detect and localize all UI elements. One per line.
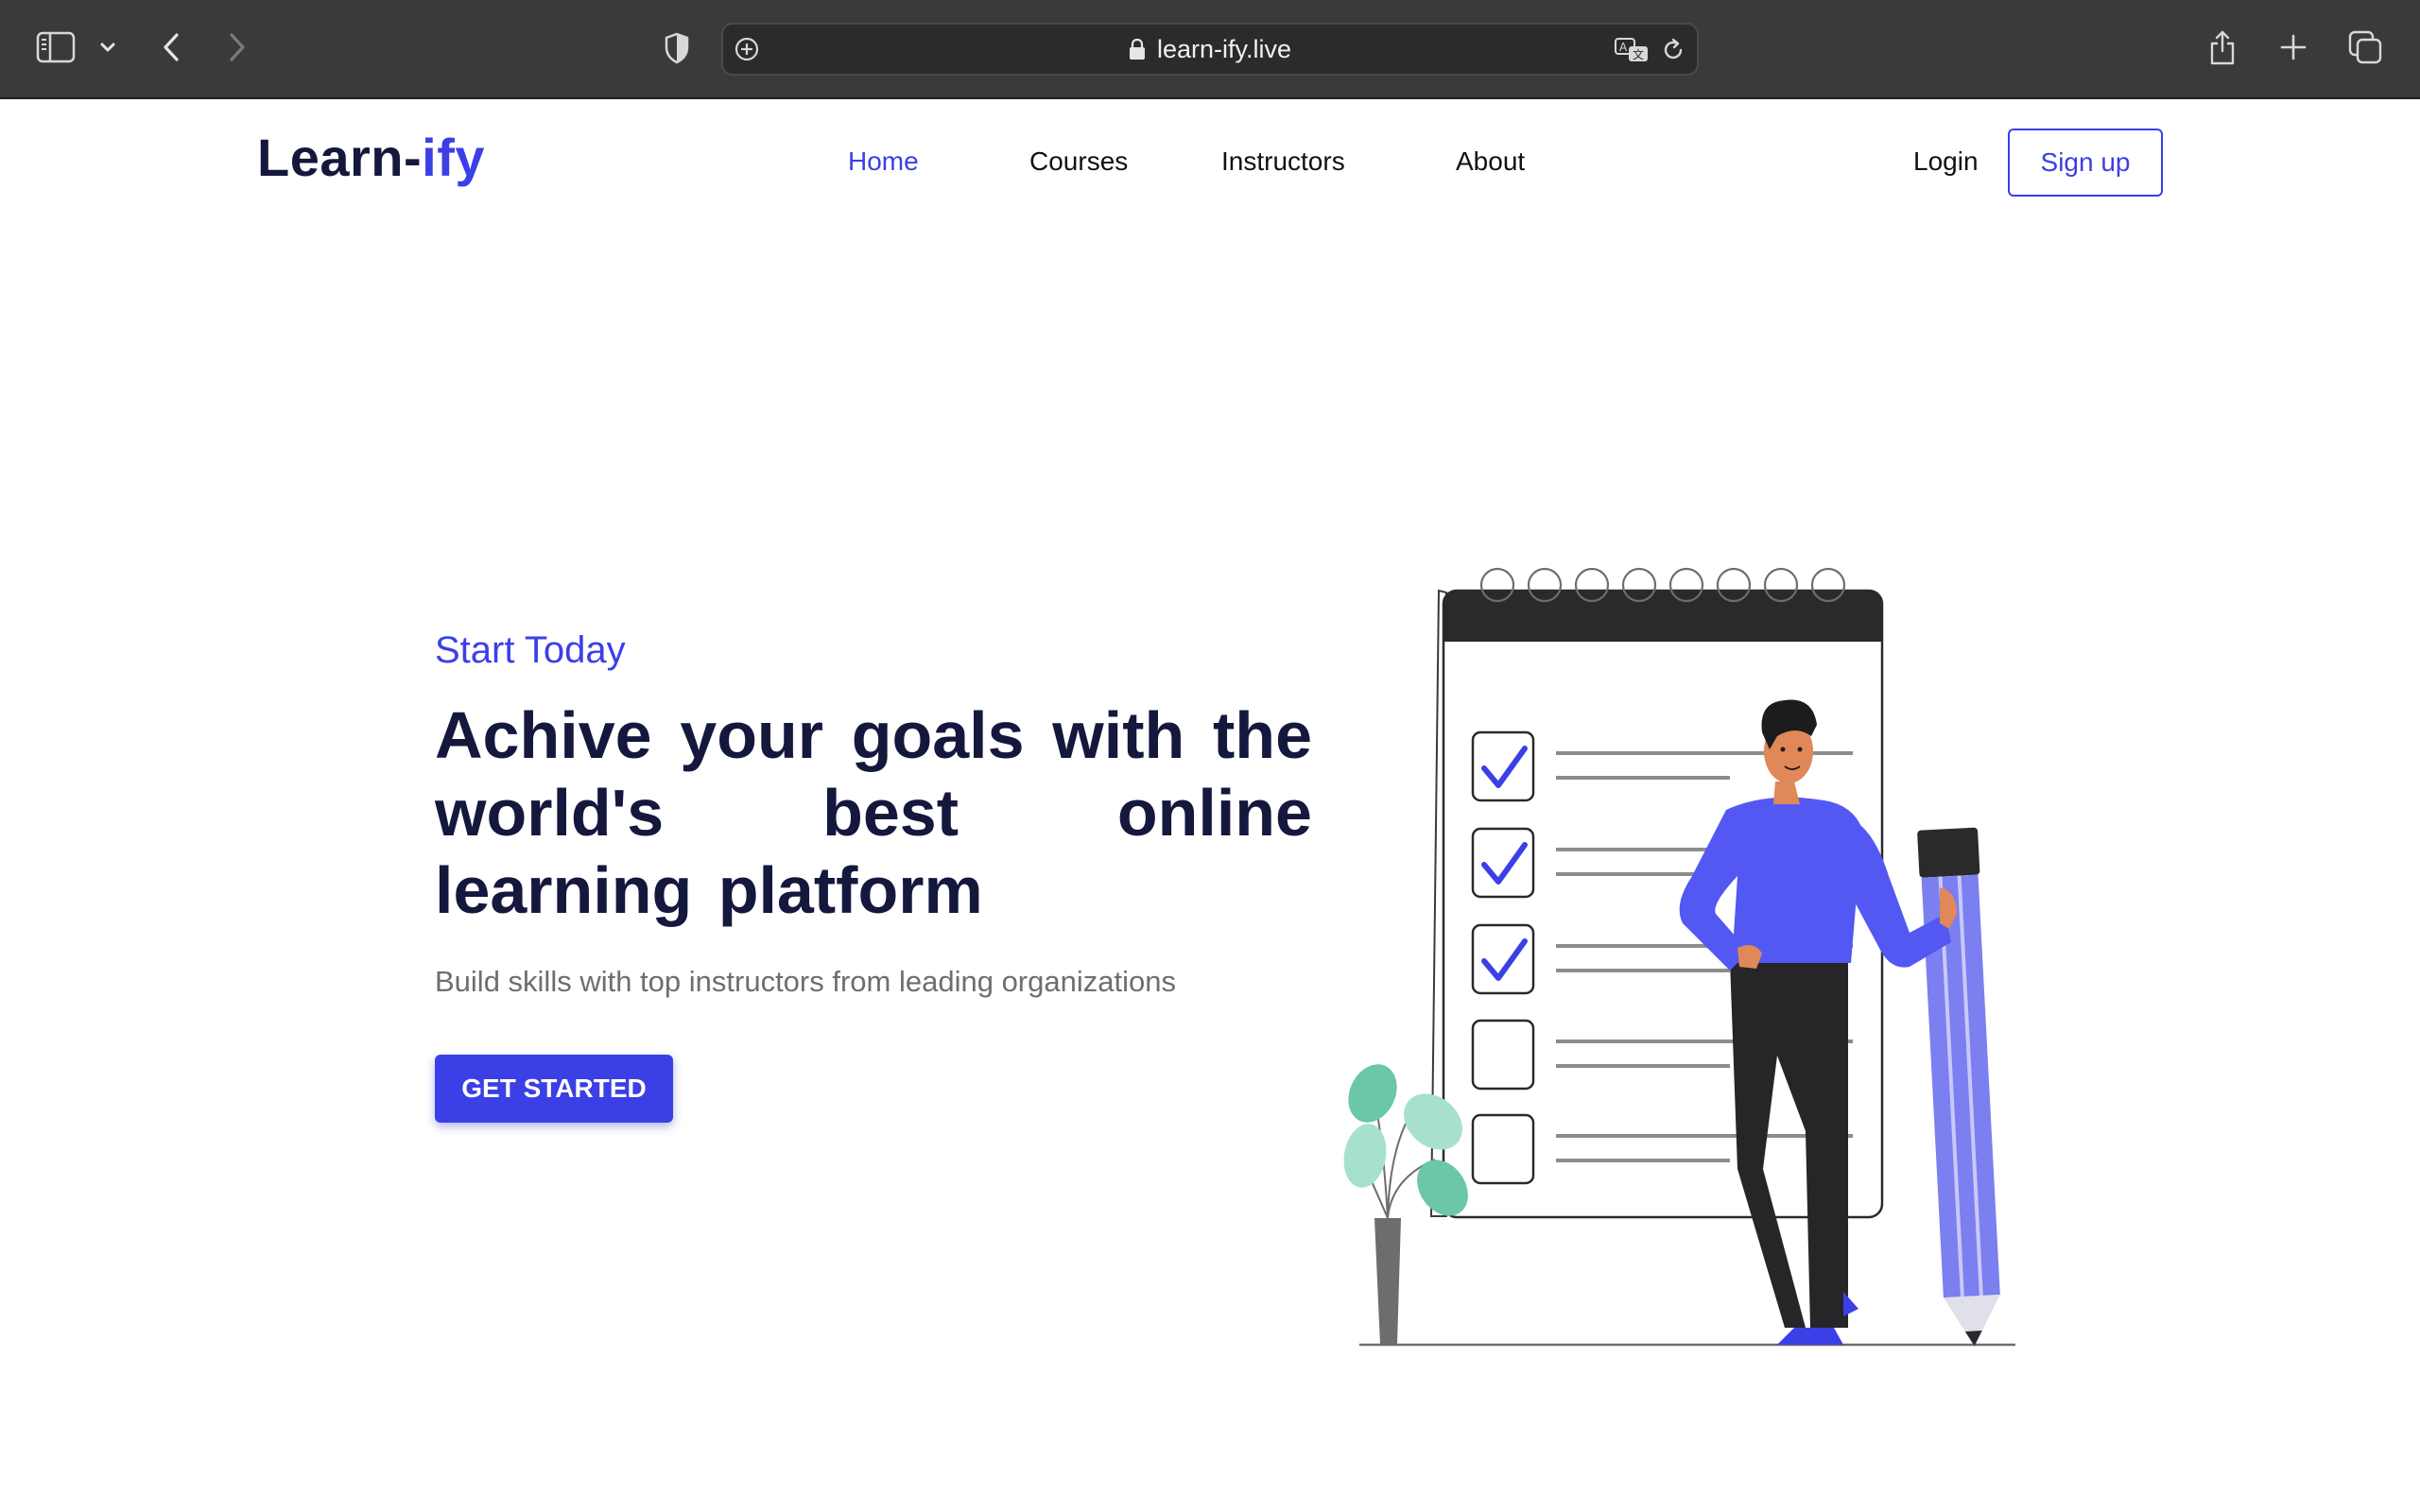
hero-illustration: [1343, 567, 2015, 1347]
tabs-overview-icon[interactable]: [2346, 28, 2384, 66]
site-logo[interactable]: Learn-ify: [257, 131, 485, 184]
get-started-button[interactable]: GET STARTED: [435, 1055, 673, 1123]
sidebar-icon[interactable]: [36, 31, 76, 63]
svg-text:文: 文: [1633, 47, 1644, 61]
logo-main: Learn-: [257, 128, 423, 187]
page-menu-icon[interactable]: [733, 35, 761, 63]
address-bar[interactable]: learn-ify.live A 文: [721, 23, 1699, 76]
hero-title: Achive your goals with the world's best …: [435, 698, 1312, 927]
page: Learn-ify Home Courses Instructors About…: [0, 101, 2420, 1512]
translate-icon[interactable]: A 文: [1614, 36, 1651, 64]
pencil-icon: [1917, 827, 2000, 1347]
login-link[interactable]: Login: [1913, 148, 1979, 175]
url-text: learn-ify.live: [1156, 34, 1292, 63]
nav-courses[interactable]: Courses: [1029, 148, 1128, 175]
nav-home[interactable]: Home: [848, 148, 919, 175]
logo-accent: ify: [422, 128, 486, 187]
signup-button[interactable]: Sign up: [2008, 129, 2163, 197]
reload-icon[interactable]: [1659, 36, 1687, 64]
nav-instructors[interactable]: Instructors: [1221, 148, 1345, 175]
shield-icon[interactable]: [662, 31, 692, 65]
chevron-left-icon[interactable]: [157, 28, 185, 66]
hero-eyebrow: Start Today: [435, 629, 626, 671]
nav-about[interactable]: About: [1456, 148, 1525, 175]
hero-subtitle: Build skills with top instructors from l…: [435, 965, 1176, 998]
browser-toolbar: learn-ify.live A 文: [0, 0, 2420, 99]
share-icon[interactable]: [2206, 26, 2238, 68]
plus-icon[interactable]: [2276, 30, 2310, 64]
lock-icon: [1129, 38, 1146, 60]
svg-text:A: A: [1619, 41, 1628, 54]
chevron-down-icon[interactable]: [95, 36, 121, 59]
chevron-right-icon[interactable]: [223, 28, 251, 66]
